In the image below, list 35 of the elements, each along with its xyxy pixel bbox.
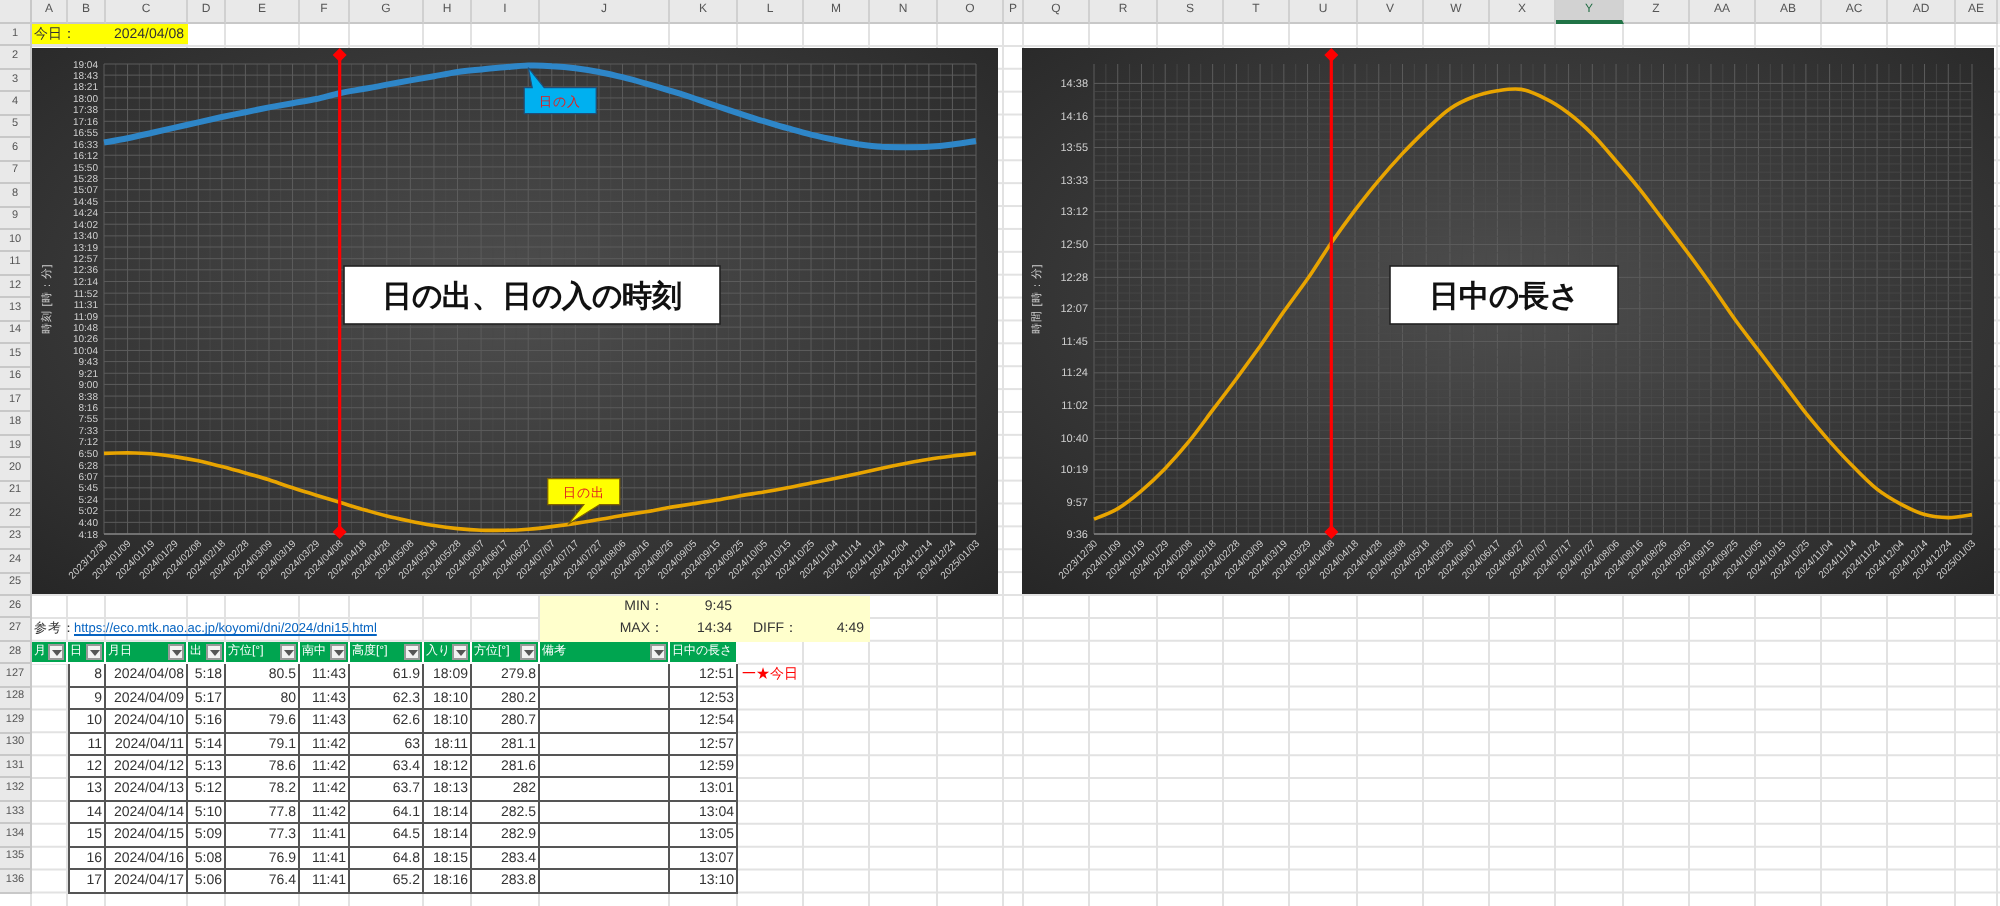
table-cell — [540, 710, 670, 734]
caret-icon — [209, 649, 219, 656]
table-cell — [540, 824, 670, 848]
chart-title: 日中の長さ — [1429, 280, 1579, 314]
filter-button[interactable] — [520, 644, 536, 661]
filter-button[interactable] — [404, 644, 420, 661]
filter-button[interactable] — [650, 644, 666, 661]
chart-title: 日の出、日の入の時刻 — [382, 280, 682, 314]
caret-icon — [89, 649, 99, 656]
diamond-marker — [1324, 525, 1339, 539]
table-cell — [540, 756, 670, 779]
callout-box — [547, 477, 621, 526]
filter-button[interactable] — [48, 644, 64, 661]
filter-button[interactable] — [452, 644, 468, 661]
filter-button[interactable] — [168, 644, 184, 661]
caret-icon — [455, 649, 465, 656]
caret-icon — [51, 649, 61, 656]
filter-button[interactable] — [280, 644, 296, 661]
table-cell — [540, 847, 670, 871]
caret-icon — [171, 649, 181, 656]
filter-button[interactable] — [330, 644, 346, 661]
caret-icon — [523, 649, 533, 656]
table-cell — [540, 801, 670, 825]
table-cell — [540, 870, 670, 894]
caret-icon — [333, 649, 343, 656]
caret-icon — [283, 649, 293, 656]
filter-button[interactable] — [206, 644, 222, 661]
callout-box — [523, 67, 597, 115]
table-cell — [540, 687, 670, 711]
caret-icon — [653, 649, 663, 656]
caret-icon — [407, 649, 417, 656]
filter-button[interactable] — [86, 644, 102, 661]
table-cell — [540, 733, 670, 756]
table-cell — [540, 778, 670, 802]
diamond-marker — [332, 525, 347, 539]
